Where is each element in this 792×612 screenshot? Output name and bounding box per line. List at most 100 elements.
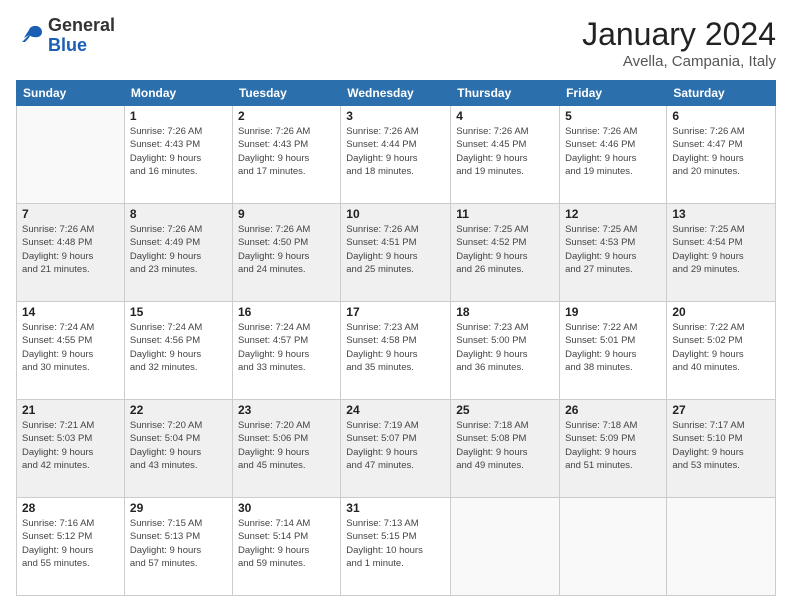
- col-sunday: Sunday: [17, 81, 125, 106]
- calendar-day-cell: 28Sunrise: 7:16 AMSunset: 5:12 PMDayligh…: [17, 498, 125, 596]
- month-title: January 2024: [582, 16, 776, 53]
- day-number: 2: [238, 109, 335, 123]
- header-row: Sunday Monday Tuesday Wednesday Thursday…: [17, 81, 776, 106]
- location: Avella, Campania, Italy: [582, 53, 776, 70]
- day-number: 5: [565, 109, 661, 123]
- calendar-week-row: 14 Sunrise: 7:24 AMSunset: 4:55 PMDayligh…: [17, 302, 776, 400]
- day-number: 11: [456, 207, 554, 221]
- calendar-week-row: 21 Sunrise: 7:21 AMSunset: 5:03 PMDayligh…: [17, 400, 776, 498]
- day-info: Sunrise: 7:26 AMSunset: 4:43 PMDaylight:…: [130, 125, 227, 178]
- day-info: Sunrise: 7:15 AMSunset: 5:13 PMDaylight:…: [130, 517, 227, 570]
- calendar-day-cell: 3Sunrise: 7:26 AMSunset: 4:44 PMDaylight…: [341, 106, 451, 204]
- day-info: Sunrise: 7:14 AMSunset: 5:14 PMDaylight:…: [238, 517, 335, 570]
- col-monday: Monday: [124, 81, 232, 106]
- day-info: Sunrise: 7:24 AMSunset: 4:57 PMDaylight:…: [238, 321, 335, 374]
- calendar-day-cell: 18 Sunrise: 7:23 AMSunset: 5:00 PMDayligh…: [451, 302, 560, 400]
- calendar-day-cell: 4Sunrise: 7:26 AMSunset: 4:45 PMDaylight…: [451, 106, 560, 204]
- day-number: 31: [346, 501, 445, 515]
- day-info: Sunrise: 7:13 AMSunset: 5:15 PMDaylight:…: [346, 517, 445, 570]
- day-info: Sunrise: 7:26 AMSunset: 4:49 PMDaylight:…: [130, 223, 227, 276]
- day-info: Sunrise: 7:17 AMSunset: 5:10 PMDaylight:…: [672, 419, 770, 472]
- calendar-week-row: 1 Sunrise: 7:26 AMSunset: 4:43 PMDaylight…: [17, 106, 776, 204]
- calendar-day-cell: 1 Sunrise: 7:26 AMSunset: 4:43 PMDaylight…: [124, 106, 232, 204]
- day-info: Sunrise: 7:20 AMSunset: 5:06 PMDaylight:…: [238, 419, 335, 472]
- header: General Blue January 2024 Avella, Campan…: [16, 16, 776, 70]
- calendar-day-cell: [667, 498, 776, 596]
- day-info: Sunrise: 7:22 AMSunset: 5:02 PMDaylight:…: [672, 321, 770, 374]
- day-info: Sunrise: 7:26 AMSunset: 4:43 PMDaylight:…: [238, 125, 335, 178]
- calendar-day-cell: 26 Sunrise: 7:18 AMSunset: 5:09 PMDayligh…: [560, 400, 667, 498]
- day-info: Sunrise: 7:26 AMSunset: 4:51 PMDaylight:…: [346, 223, 445, 276]
- day-number: 22: [130, 403, 227, 417]
- calendar-day-cell: 29 Sunrise: 7:15 AMSunset: 5:13 PMDayligh…: [124, 498, 232, 596]
- calendar-day-cell: 6 Sunrise: 7:26 AMSunset: 4:47 PMDaylight…: [667, 106, 776, 204]
- col-friday: Friday: [560, 81, 667, 106]
- day-info: Sunrise: 7:16 AMSunset: 5:12 PMDaylight:…: [22, 517, 119, 570]
- calendar-week-row: 28Sunrise: 7:16 AMSunset: 5:12 PMDayligh…: [17, 498, 776, 596]
- day-number: 8: [130, 207, 227, 221]
- day-number: 13: [672, 207, 770, 221]
- day-info: Sunrise: 7:18 AMSunset: 5:08 PMDaylight:…: [456, 419, 554, 472]
- day-info: Sunrise: 7:26 AMSunset: 4:50 PMDaylight:…: [238, 223, 335, 276]
- calendar-day-cell: 7 Sunrise: 7:26 AMSunset: 4:48 PMDaylight…: [17, 204, 125, 302]
- day-number: 4: [456, 109, 554, 123]
- day-number: 10: [346, 207, 445, 221]
- day-number: 7: [22, 207, 119, 221]
- day-number: 18: [456, 305, 554, 319]
- day-number: 23: [238, 403, 335, 417]
- day-info: Sunrise: 7:20 AMSunset: 5:04 PMDaylight:…: [130, 419, 227, 472]
- day-info: Sunrise: 7:18 AMSunset: 5:09 PMDaylight:…: [565, 419, 661, 472]
- day-number: 21: [22, 403, 119, 417]
- day-info: Sunrise: 7:26 AMSunset: 4:46 PMDaylight:…: [565, 125, 661, 178]
- day-info: Sunrise: 7:26 AMSunset: 4:47 PMDaylight:…: [672, 125, 770, 178]
- calendar-day-cell: 9 Sunrise: 7:26 AMSunset: 4:50 PMDaylight…: [232, 204, 340, 302]
- calendar-day-cell: 20 Sunrise: 7:22 AMSunset: 5:02 PMDayligh…: [667, 302, 776, 400]
- calendar-day-cell: 22 Sunrise: 7:20 AMSunset: 5:04 PMDayligh…: [124, 400, 232, 498]
- day-number: 17: [346, 305, 445, 319]
- calendar-day-cell: [451, 498, 560, 596]
- day-info: Sunrise: 7:24 AMSunset: 4:56 PMDaylight:…: [130, 321, 227, 374]
- day-number: 3: [346, 109, 445, 123]
- day-info: Sunrise: 7:24 AMSunset: 4:55 PMDaylight:…: [22, 321, 119, 374]
- day-number: 6: [672, 109, 770, 123]
- day-number: 9: [238, 207, 335, 221]
- day-number: 16: [238, 305, 335, 319]
- day-number: 24: [346, 403, 445, 417]
- calendar-day-cell: 17 Sunrise: 7:23 AMSunset: 4:58 PMDayligh…: [341, 302, 451, 400]
- day-number: 14: [22, 305, 119, 319]
- day-number: 12: [565, 207, 661, 221]
- col-wednesday: Wednesday: [341, 81, 451, 106]
- day-number: 1: [130, 109, 227, 123]
- calendar-day-cell: 12 Sunrise: 7:25 AMSunset: 4:53 PMDayligh…: [560, 204, 667, 302]
- day-number: 20: [672, 305, 770, 319]
- calendar-day-cell: 23 Sunrise: 7:20 AMSunset: 5:06 PMDayligh…: [232, 400, 340, 498]
- logo: General Blue: [16, 16, 115, 56]
- day-number: 19: [565, 305, 661, 319]
- day-info: Sunrise: 7:21 AMSunset: 5:03 PMDaylight:…: [22, 419, 119, 472]
- day-number: 26: [565, 403, 661, 417]
- calendar-day-cell: 11 Sunrise: 7:25 AMSunset: 4:52 PMDayligh…: [451, 204, 560, 302]
- day-info: Sunrise: 7:22 AMSunset: 5:01 PMDaylight:…: [565, 321, 661, 374]
- logo-general: General: [48, 16, 115, 36]
- day-info: Sunrise: 7:25 AMSunset: 4:53 PMDaylight:…: [565, 223, 661, 276]
- day-info: Sunrise: 7:25 AMSunset: 4:54 PMDaylight:…: [672, 223, 770, 276]
- day-info: Sunrise: 7:26 AMSunset: 4:48 PMDaylight:…: [22, 223, 119, 276]
- col-saturday: Saturday: [667, 81, 776, 106]
- calendar-day-cell: [17, 106, 125, 204]
- calendar-day-cell: 14 Sunrise: 7:24 AMSunset: 4:55 PMDayligh…: [17, 302, 125, 400]
- col-thursday: Thursday: [451, 81, 560, 106]
- day-number: 27: [672, 403, 770, 417]
- logo-bird-icon: [16, 24, 44, 48]
- day-number: 30: [238, 501, 335, 515]
- day-info: Sunrise: 7:25 AMSunset: 4:52 PMDaylight:…: [456, 223, 554, 276]
- calendar-day-cell: 8 Sunrise: 7:26 AMSunset: 4:49 PMDaylight…: [124, 204, 232, 302]
- day-number: 25: [456, 403, 554, 417]
- day-info: Sunrise: 7:19 AMSunset: 5:07 PMDaylight:…: [346, 419, 445, 472]
- day-number: 29: [130, 501, 227, 515]
- calendar-day-cell: 25 Sunrise: 7:18 AMSunset: 5:08 PMDayligh…: [451, 400, 560, 498]
- day-info: Sunrise: 7:23 AMSunset: 5:00 PMDaylight:…: [456, 321, 554, 374]
- day-info: Sunrise: 7:23 AMSunset: 4:58 PMDaylight:…: [346, 321, 445, 374]
- calendar-table: Sunday Monday Tuesday Wednesday Thursday…: [16, 80, 776, 596]
- calendar-day-cell: 21 Sunrise: 7:21 AMSunset: 5:03 PMDayligh…: [17, 400, 125, 498]
- calendar-day-cell: 15Sunrise: 7:24 AMSunset: 4:56 PMDayligh…: [124, 302, 232, 400]
